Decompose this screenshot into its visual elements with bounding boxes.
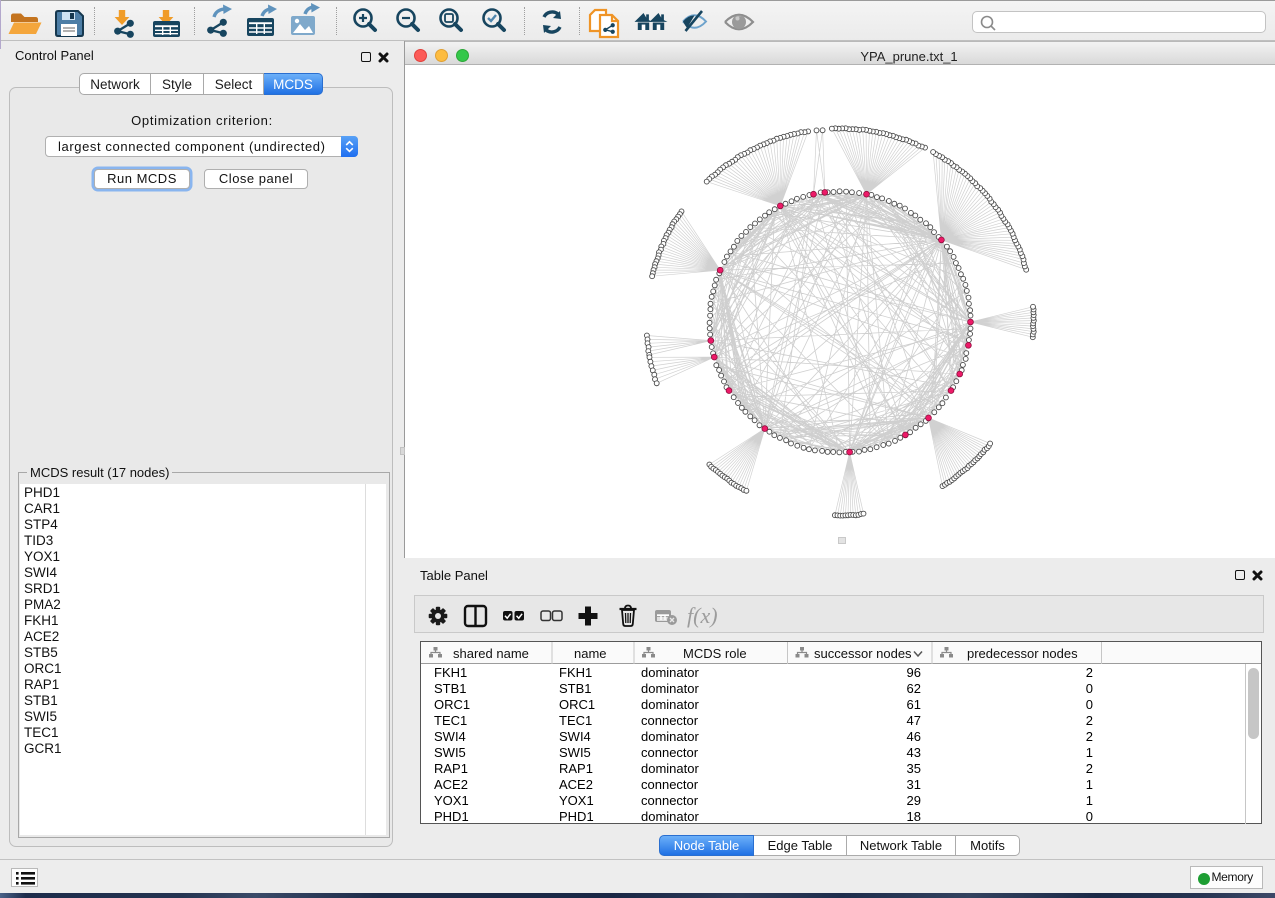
svg-text:1: 1: [1086, 777, 1093, 792]
svg-text:31: 31: [907, 777, 921, 792]
svg-text:SWI4: SWI4: [559, 729, 591, 744]
svg-text:dominator: dominator: [641, 681, 699, 696]
svg-text:2: 2: [1086, 665, 1093, 680]
svg-text:0: 0: [1086, 681, 1093, 696]
svg-text:STB1: STB1: [434, 681, 467, 696]
svg-text:dominator: dominator: [641, 697, 699, 712]
svg-text:2: 2: [1086, 729, 1093, 744]
svg-text:connector: connector: [641, 713, 699, 728]
svg-text:ORC1: ORC1: [434, 697, 470, 712]
svg-text:STB1: STB1: [559, 681, 592, 696]
svg-text:RAP1: RAP1: [434, 761, 468, 776]
svg-text:96: 96: [907, 665, 921, 680]
svg-text:f(x): f(x): [687, 603, 718, 628]
svg-text:61: 61: [907, 697, 921, 712]
svg-text:connector: connector: [641, 777, 699, 792]
svg-text:18: 18: [907, 809, 921, 824]
svg-text:29: 29: [907, 793, 921, 808]
svg-text:YOX1: YOX1: [434, 793, 469, 808]
svg-text:MCDS role: MCDS role: [683, 646, 747, 661]
svg-text:successor nodes: successor nodes: [814, 646, 912, 661]
svg-text:0: 0: [1086, 697, 1093, 712]
svg-text:ORC1: ORC1: [559, 697, 595, 712]
svg-text:dominator: dominator: [641, 665, 699, 680]
svg-text:YOX1: YOX1: [559, 793, 594, 808]
svg-text:PHD1: PHD1: [434, 809, 469, 824]
svg-text:TEC1: TEC1: [434, 713, 467, 728]
svg-text:SWI5: SWI5: [434, 745, 466, 760]
svg-text:1: 1: [1086, 793, 1093, 808]
svg-text:2: 2: [1086, 761, 1093, 776]
svg-text:0: 0: [1086, 809, 1093, 824]
svg-text:46: 46: [907, 729, 921, 744]
svg-text:RAP1: RAP1: [559, 761, 593, 776]
svg-text:connector: connector: [641, 793, 699, 808]
svg-text:TEC1: TEC1: [559, 713, 592, 728]
svg-text:FKH1: FKH1: [559, 665, 592, 680]
svg-text:SWI5: SWI5: [559, 745, 591, 760]
svg-text:PHD1: PHD1: [559, 809, 594, 824]
svg-text:ACE2: ACE2: [559, 777, 593, 792]
svg-text:FKH1: FKH1: [434, 665, 467, 680]
svg-text:2: 2: [1086, 713, 1093, 728]
svg-text:dominator: dominator: [641, 729, 699, 744]
svg-text:dominator: dominator: [641, 809, 699, 824]
svg-text:35: 35: [907, 761, 921, 776]
svg-text:predecessor nodes: predecessor nodes: [967, 646, 1078, 661]
svg-text:1: 1: [1086, 745, 1093, 760]
svg-text:47: 47: [907, 713, 921, 728]
svg-text:43: 43: [907, 745, 921, 760]
svg-text:62: 62: [907, 681, 921, 696]
svg-text:SWI4: SWI4: [434, 729, 466, 744]
svg-text:name: name: [574, 646, 607, 661]
svg-text:dominator: dominator: [641, 761, 699, 776]
svg-text:connector: connector: [641, 745, 699, 760]
svg-text:ACE2: ACE2: [434, 777, 468, 792]
svg-text:shared name: shared name: [453, 646, 529, 661]
